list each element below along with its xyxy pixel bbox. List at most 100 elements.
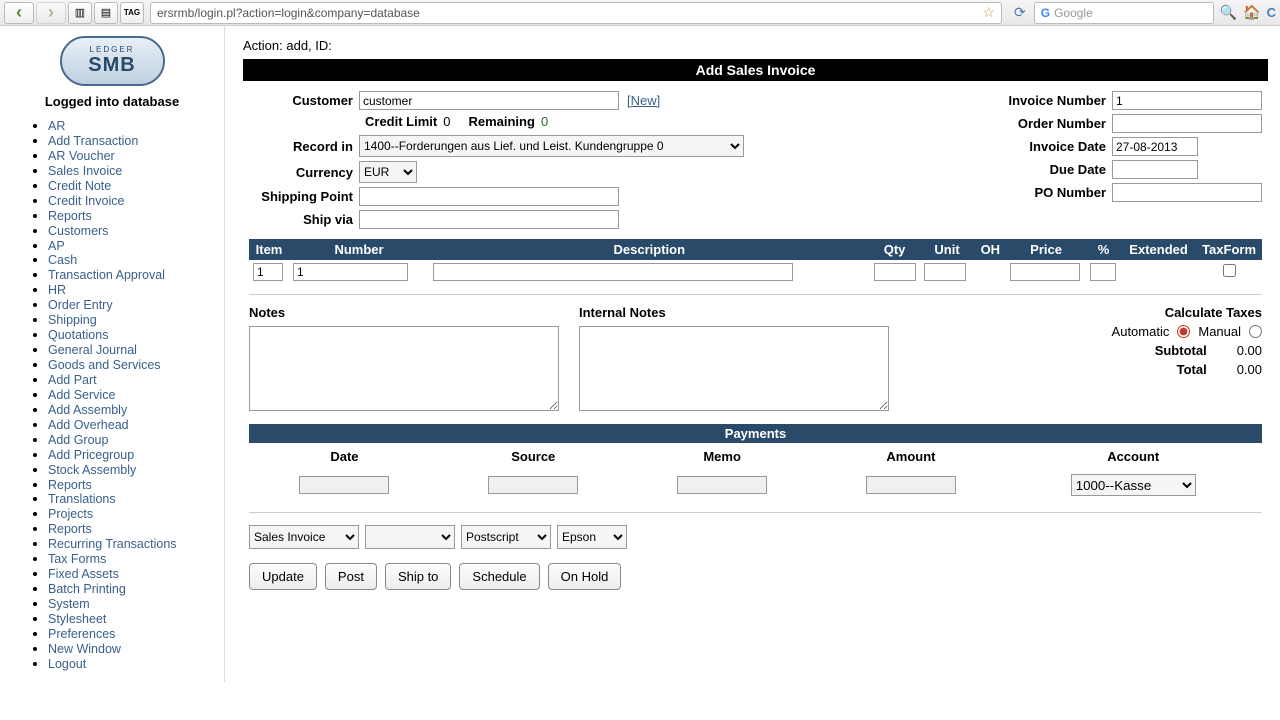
bookmark-icon[interactable]: ▥: [68, 2, 92, 24]
page-title: Add Sales Invoice: [243, 59, 1268, 81]
po-number-input[interactable]: [1112, 183, 1262, 202]
internal-notes-textarea[interactable]: [579, 326, 889, 411]
sidebar-link[interactable]: Reports: [48, 522, 92, 536]
sidebar-link[interactable]: Add Part: [48, 373, 97, 387]
sidebar-link[interactable]: General Journal: [48, 343, 137, 357]
pay-account-select[interactable]: 1000--Kasse: [1071, 474, 1196, 496]
sidebar-link[interactable]: Logout: [48, 657, 86, 671]
qty-input[interactable]: [874, 263, 916, 281]
sidebar-link[interactable]: Shipping: [48, 313, 97, 327]
search-icon[interactable]: 🔍: [1220, 4, 1237, 21]
automatic-radio[interactable]: [1177, 325, 1190, 338]
item-header: Extended: [1121, 239, 1196, 260]
sidebar-link[interactable]: Stock Assembly: [48, 463, 136, 477]
total-value: 0.00: [1237, 362, 1262, 377]
sidebar-link[interactable]: Projects: [48, 507, 93, 521]
due-date-input[interactable]: [1112, 160, 1198, 179]
template-select[interactable]: Sales Invoice: [249, 525, 359, 549]
sidebar-link[interactable]: Add Overhead: [48, 418, 129, 432]
sidebar-link[interactable]: Stylesheet: [48, 612, 106, 626]
sidebar-link[interactable]: Cash: [48, 253, 77, 267]
unit-input[interactable]: [924, 263, 966, 281]
forward-button[interactable]: ›: [36, 2, 66, 24]
taxform-checkbox[interactable]: [1223, 264, 1236, 277]
home-icon[interactable]: 🏠: [1243, 4, 1260, 21]
update-button[interactable]: Update: [249, 563, 317, 590]
sidebar-link[interactable]: Add Service: [48, 388, 115, 402]
sidebar-link[interactable]: Goods and Services: [48, 358, 161, 372]
sidebar-link[interactable]: System: [48, 597, 90, 611]
sidebar-link[interactable]: AR Voucher: [48, 149, 115, 163]
search-box[interactable]: G Google: [1034, 2, 1214, 24]
invoice-number-input[interactable]: [1112, 91, 1262, 110]
clear-icon[interactable]: C: [1267, 5, 1276, 20]
sidebar-link[interactable]: Preferences: [48, 627, 115, 641]
pay-source-input[interactable]: [488, 476, 578, 494]
shipto-button[interactable]: Ship to: [385, 563, 451, 590]
tag-icon[interactable]: TAG: [120, 2, 144, 24]
pay-memo-input[interactable]: [677, 476, 767, 494]
sidebar-link[interactable]: Transaction Approval: [48, 268, 165, 282]
price-input[interactable]: [1010, 263, 1080, 281]
sidebar-link[interactable]: AR: [48, 119, 65, 133]
manual-radio[interactable]: [1249, 325, 1262, 338]
order-number-label: Order Number: [992, 116, 1112, 131]
shipping-point-input[interactable]: [359, 187, 619, 206]
sidebar-link[interactable]: Quotations: [48, 328, 108, 342]
format-select[interactable]: Postscript: [461, 525, 551, 549]
ship-via-input[interactable]: [359, 210, 619, 229]
sidebar-link[interactable]: Credit Note: [48, 179, 111, 193]
notes-textarea[interactable]: [249, 326, 559, 411]
schedule-button[interactable]: Schedule: [459, 563, 539, 590]
record-in-select[interactable]: 1400--Forderungen aus Lief. und Leist. K…: [359, 135, 744, 157]
sidebar-item: General Journal: [48, 343, 214, 358]
item-input[interactable]: [253, 263, 283, 281]
sidebar-link[interactable]: Translations: [48, 492, 116, 506]
reload-icon[interactable]: ⟳: [1014, 4, 1026, 21]
url-bar[interactable]: ersrmb/login.pl?action=login&company=dat…: [150, 2, 1002, 24]
sidebar-link[interactable]: Fixed Assets: [48, 567, 119, 581]
sidebar-link[interactable]: Add Transaction: [48, 134, 138, 148]
sidebar: LEDGER SMB Logged into database ARAdd Tr…: [0, 26, 225, 682]
logo-line1: LEDGER: [90, 45, 135, 54]
pay-date-input[interactable]: [299, 476, 389, 494]
printer-select[interactable]: Epson: [557, 525, 627, 549]
sidebar-link[interactable]: Reports: [48, 209, 92, 223]
sidebar-link[interactable]: Reports: [48, 478, 92, 492]
onhold-button[interactable]: On Hold: [548, 563, 622, 590]
item-header: TaxForm: [1196, 239, 1262, 260]
customer-input[interactable]: [359, 91, 619, 110]
pay-account-header: Account: [1006, 445, 1260, 468]
page-icon[interactable]: ▤: [94, 2, 118, 24]
favorite-icon[interactable]: ☆: [982, 4, 995, 21]
sidebar-item: Goods and Services: [48, 358, 214, 373]
sidebar-link[interactable]: Add Group: [48, 433, 108, 447]
sidebar-link[interactable]: AP: [48, 239, 65, 253]
sidebar-link[interactable]: New Window: [48, 642, 121, 656]
extra-select[interactable]: [365, 525, 455, 549]
sidebar-link[interactable]: Customers: [48, 224, 108, 238]
sidebar-link[interactable]: Add Assembly: [48, 403, 127, 417]
back-button[interactable]: ‹: [4, 2, 34, 24]
sidebar-item: Add Overhead: [48, 418, 214, 433]
sidebar-link[interactable]: HR: [48, 283, 66, 297]
description-input[interactable]: [433, 263, 793, 281]
pay-amount-input[interactable]: [866, 476, 956, 494]
order-number-input[interactable]: [1112, 114, 1262, 133]
number-input[interactable]: [293, 263, 408, 281]
sidebar-link[interactable]: Credit Invoice: [48, 194, 124, 208]
pct-input[interactable]: [1090, 263, 1116, 281]
invoice-date-input[interactable]: [1112, 137, 1198, 156]
sidebar-link[interactable]: Sales Invoice: [48, 164, 122, 178]
sidebar-link[interactable]: Order Entry: [48, 298, 113, 312]
currency-select[interactable]: EUR: [359, 161, 417, 183]
sidebar-item: Add Service: [48, 388, 214, 403]
sidebar-link[interactable]: Tax Forms: [48, 552, 106, 566]
post-button[interactable]: Post: [325, 563, 377, 590]
sidebar-link[interactable]: Batch Printing: [48, 582, 126, 596]
sidebar-link[interactable]: Recurring Transactions: [48, 537, 177, 551]
payments-table: Date Source Memo Amount Account 1000--Ka…: [249, 443, 1262, 502]
total-label: Total: [1177, 362, 1207, 377]
sidebar-link[interactable]: Add Pricegroup: [48, 448, 134, 462]
new-customer-link[interactable]: [New]: [627, 93, 660, 108]
